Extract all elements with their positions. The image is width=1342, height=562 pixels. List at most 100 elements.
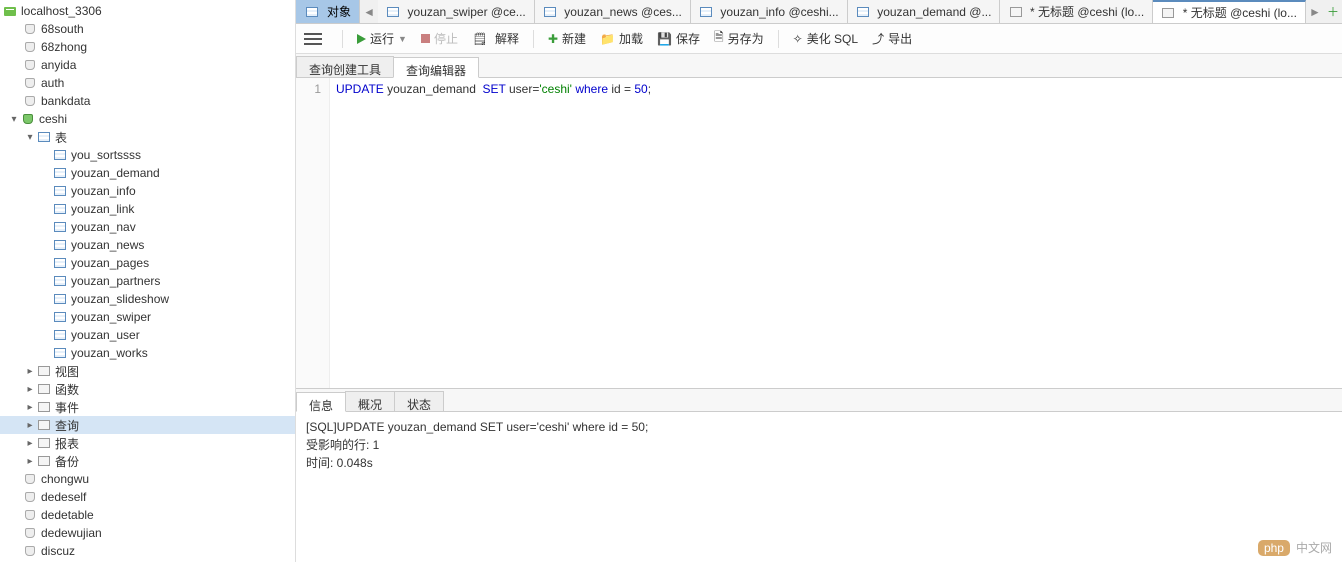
folder-node-query[interactable]: ▸ 查询	[0, 416, 295, 434]
editor-tab[interactable]: youzan_swiper @ce...	[378, 0, 535, 23]
server-icon	[2, 3, 18, 19]
database-icon	[22, 57, 38, 73]
fx-icon	[36, 381, 52, 397]
load-button[interactable]: 📁加载	[600, 30, 643, 47]
database-icon	[22, 471, 38, 487]
query-builder-tab[interactable]: 查询创建工具	[296, 56, 394, 77]
table-icon	[699, 4, 714, 20]
tab-label: youzan_demand @...	[877, 5, 991, 19]
database-icon	[22, 21, 38, 37]
object-tab[interactable]: 对象	[296, 0, 360, 23]
editor-tab[interactable]: * 无标题 @ceshi (lo...	[1000, 0, 1153, 23]
editor-tab[interactable]: youzan_info @ceshi...	[691, 0, 848, 23]
query-icon	[36, 417, 52, 433]
result-tabs: 信息 概况 状态	[296, 388, 1342, 412]
result-status-tab[interactable]: 状态	[394, 391, 444, 411]
table-label: youzan_slideshow	[71, 292, 169, 306]
stop-icon	[421, 34, 430, 43]
caret-right-icon: ▸	[24, 402, 36, 413]
connection-tree[interactable]: localhost_3306 68south 68zhong anyida au…	[0, 0, 296, 562]
folder-node-backup[interactable]: ▸ 备份	[0, 452, 295, 470]
caret-down-icon: ▾	[24, 132, 36, 143]
editor-subtabs: 查询创建工具 查询编辑器	[296, 54, 1342, 78]
tab-label: * 无标题 @ceshi (lo...	[1030, 3, 1144, 20]
save-button[interactable]: 💾保存	[657, 30, 700, 47]
table-icon	[52, 345, 68, 361]
database-label: discuz	[41, 544, 75, 558]
table-icon	[543, 4, 558, 20]
result-output[interactable]: [SQL]UPDATE youzan_demand SET user='cesh…	[296, 412, 1342, 562]
scroll-left-button[interactable]: ◄	[360, 5, 378, 19]
caret-right-icon: ▸	[24, 420, 36, 431]
table-label: youzan_pages	[71, 256, 149, 270]
run-button[interactable]: 运行▼	[357, 30, 407, 47]
editor-tab[interactable]: youzan_news @ces...	[535, 0, 691, 23]
result-summary-tab[interactable]: 概况	[345, 391, 395, 411]
table-icon	[52, 327, 68, 343]
table-label: youzan_works	[71, 346, 148, 360]
result-info-tab[interactable]: 信息	[296, 392, 346, 412]
scroll-right-button[interactable]: ►	[1306, 5, 1324, 19]
table-node[interactable]: youzan_link	[0, 200, 295, 218]
new-button[interactable]: ✚新建	[548, 30, 586, 47]
folder-label: 备份	[55, 453, 79, 470]
stop-button: 停止	[421, 30, 458, 47]
table-node[interactable]: youzan_slideshow	[0, 290, 295, 308]
folder-node-event[interactable]: ▸ 事件	[0, 398, 295, 416]
table-icon	[52, 219, 68, 235]
database-node[interactable]: 68zhong	[0, 38, 295, 56]
folder-node-report[interactable]: ▸ 报表	[0, 434, 295, 452]
new-tab-button[interactable]: ＋	[1324, 3, 1342, 20]
table-node[interactable]: youzan_partners	[0, 272, 295, 290]
database-node[interactable]: bankdata	[0, 92, 295, 110]
database-node[interactable]: 68south	[0, 20, 295, 38]
sql-code[interactable]: UPDATE youzan_demand SET user='ceshi' wh…	[330, 78, 651, 388]
database-node[interactable]: auth	[0, 74, 295, 92]
database-node[interactable]: anyida	[0, 56, 295, 74]
result-line: 时间: 0.048s	[306, 454, 1332, 472]
table-icon	[52, 237, 68, 253]
query-editor-tab[interactable]: 查询编辑器	[393, 57, 479, 78]
folder-label: 查询	[55, 417, 79, 434]
table-node[interactable]: youzan_works	[0, 344, 295, 362]
database-icon	[22, 39, 38, 55]
saveas-button[interactable]: 🗎另存为	[714, 28, 764, 49]
table-node[interactable]: youzan_user	[0, 326, 295, 344]
explain-button[interactable]: 🗒解释	[472, 30, 519, 47]
export-button[interactable]: ⤴导出	[872, 30, 912, 47]
result-line: 受影响的行: 1	[306, 436, 1332, 454]
table-node[interactable]: youzan_pages	[0, 254, 295, 272]
menu-icon[interactable]	[304, 33, 322, 45]
saveas-icon: 🗎	[714, 28, 724, 49]
beautify-button[interactable]: ✧美化 SQL	[793, 30, 858, 47]
database-label: 68south	[41, 22, 84, 36]
database-label: anyida	[41, 58, 76, 72]
folder-node-fx[interactable]: ▸ 函数	[0, 380, 295, 398]
folder-node-view[interactable]: ▸ 视图	[0, 362, 295, 380]
tab-label: youzan_news @ces...	[564, 5, 682, 19]
folder-icon: 📁	[600, 32, 615, 46]
database-node-active[interactable]: ▾ ceshi	[0, 110, 295, 128]
database-node[interactable]: dedetable	[0, 506, 295, 524]
database-node[interactable]: discuz	[0, 542, 295, 560]
table-node[interactable]: you_sortssss	[0, 146, 295, 164]
table-label: youzan_info	[71, 184, 136, 198]
editor-tab[interactable]: youzan_demand @...	[848, 0, 1001, 23]
table-node[interactable]: youzan_news	[0, 236, 295, 254]
table-node[interactable]: youzan_swiper	[0, 308, 295, 326]
editor-tab[interactable]: * 无标题 @ceshi (lo...	[1153, 0, 1306, 23]
dropdown-caret-icon: ▼	[398, 34, 407, 44]
database-node[interactable]: chongwu	[0, 470, 295, 488]
database-label: chongwu	[41, 472, 89, 486]
tables-group[interactable]: ▾ 表	[0, 128, 295, 146]
database-node[interactable]: dedeself	[0, 488, 295, 506]
connection-node[interactable]: localhost_3306	[0, 2, 295, 20]
table-node[interactable]: youzan_demand	[0, 164, 295, 182]
sql-editor[interactable]: 1 UPDATE youzan_demand SET user='ceshi' …	[296, 78, 1342, 388]
caret-right-icon: ▸	[24, 456, 36, 467]
table-node[interactable]: youzan_nav	[0, 218, 295, 236]
table-node[interactable]: youzan_info	[0, 182, 295, 200]
table-icon	[52, 201, 68, 217]
database-node[interactable]: dedewujian	[0, 524, 295, 542]
query-icon	[1008, 4, 1023, 20]
